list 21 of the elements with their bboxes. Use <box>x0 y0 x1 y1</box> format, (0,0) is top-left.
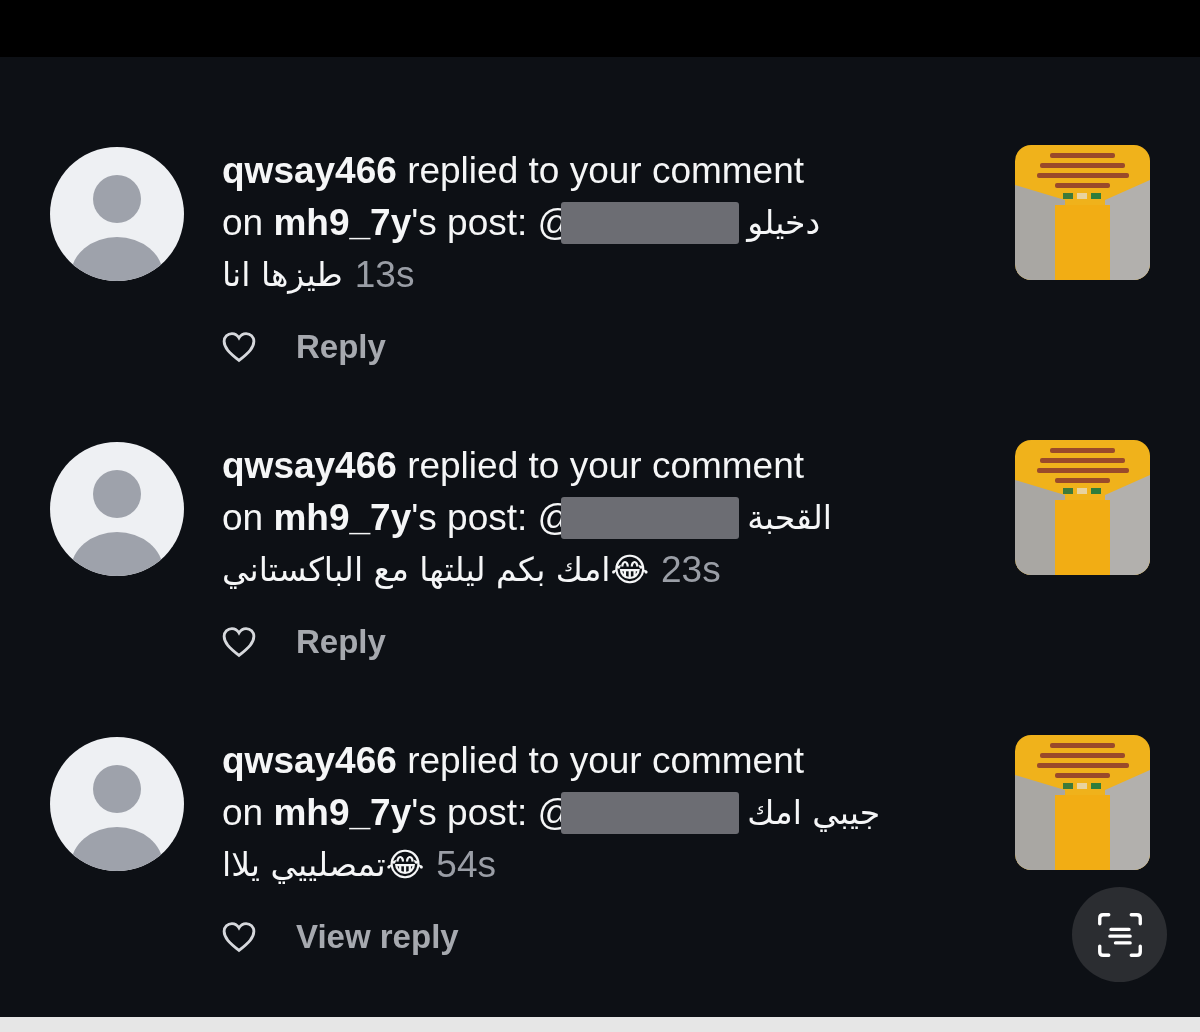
heart-icon[interactable] <box>222 921 256 953</box>
comment-text: القحبة <box>747 497 833 539</box>
comment-text: 😂امك بكم ليلتها مع الباكستاني <box>222 549 650 591</box>
avatar-icon[interactable] <box>50 737 184 871</box>
reply-button[interactable]: View reply <box>296 918 459 956</box>
notification-text: qwsay466 replied to your comment <box>222 444 806 488</box>
timestamp: 23s <box>661 548 721 592</box>
avatar-icon[interactable] <box>50 147 184 281</box>
reply-button[interactable]: Reply <box>296 623 386 661</box>
comment-text: جيبي امك <box>747 792 881 834</box>
timestamp: 13s <box>354 253 415 297</box>
heart-icon[interactable] <box>222 331 256 363</box>
reply-button[interactable]: Reply <box>296 328 386 366</box>
notification-text: qwsay466 replied to your comment <box>222 739 806 783</box>
heart-icon[interactable] <box>222 626 256 658</box>
timestamp: 54s <box>436 843 496 887</box>
comment-text: دخيلو <box>747 202 821 244</box>
notification-text: qwsay466 replied to your comment <box>222 149 806 193</box>
comment-text: طيزها انا <box>222 254 343 296</box>
comment-text: 😂تمصلييي يلاا <box>222 844 425 886</box>
avatar-icon[interactable] <box>50 442 184 576</box>
